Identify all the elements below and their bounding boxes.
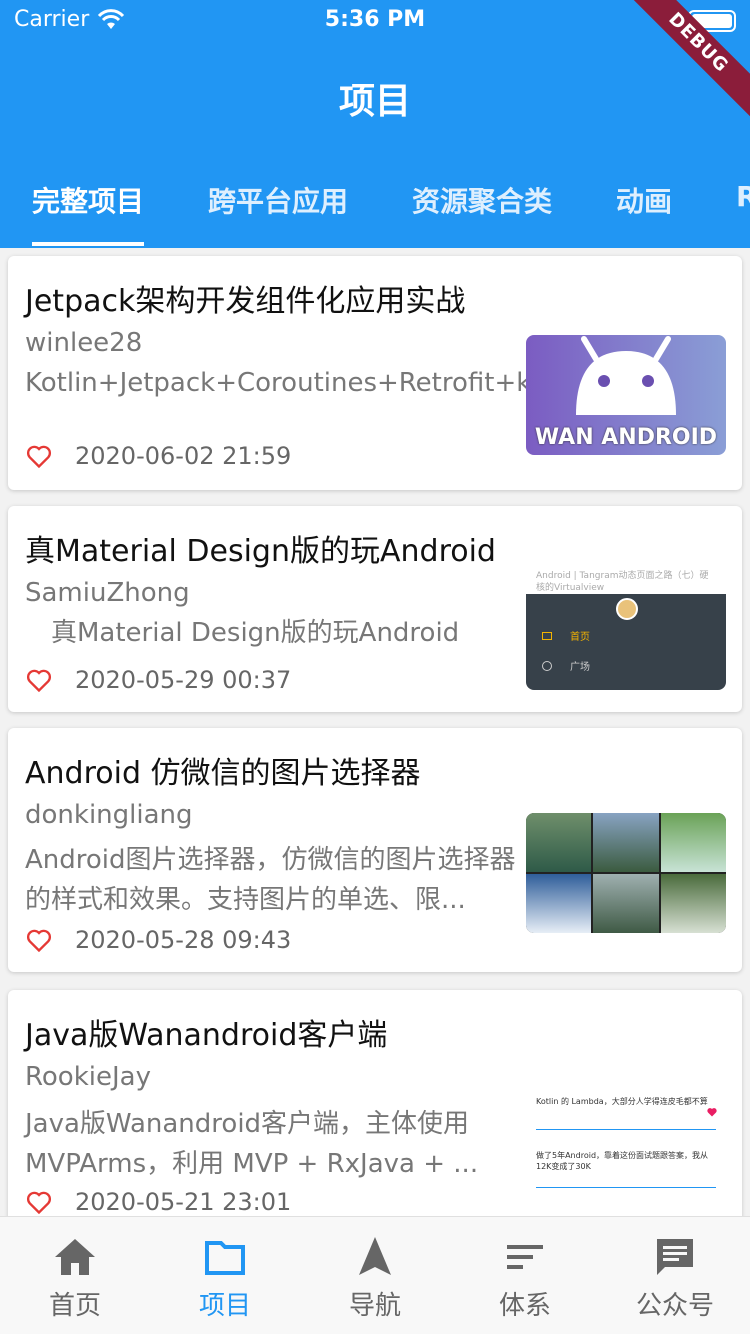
photo-tile: [593, 874, 659, 933]
project-card[interactable]: Jetpack架构开发组件化应用实战 winlee28 Kotlin+Jetpa…: [8, 256, 742, 490]
project-thumbnail: [526, 813, 726, 933]
project-author: RookieJay: [25, 1062, 151, 1092]
folder-icon: [205, 1241, 245, 1275]
project-list[interactable]: Jetpack架构开发组件化应用实战 winlee28 Kotlin+Jetpa…: [0, 248, 750, 1216]
explore-icon: [542, 660, 552, 671]
heart-icon[interactable]: [25, 666, 53, 694]
nav-label: 导航: [348, 1291, 401, 1321]
tab-indicator: [32, 242, 144, 246]
tab-bar: 完整项目 跨平台应用 资源聚合类 动画 R: [0, 170, 750, 248]
project-card[interactable]: Java版Wanandroid客户端 RookieJay Java版Wanand…: [8, 990, 742, 1216]
project-author: winlee28: [25, 328, 143, 358]
nav-home[interactable]: 首页: [0, 1217, 150, 1334]
page-title: 项目: [338, 81, 411, 122]
project-thumbnail: Kotlin 的 Lambda，大部分人学得连皮毛都不算 做了5年Android…: [526, 1074, 726, 1194]
project-card[interactable]: Android 仿微信的图片选择器 donkingliang Android图片…: [8, 728, 742, 972]
thumbnail-text: Android | Tangram动态页面之路（七）硬核的Virtualview: [536, 571, 709, 593]
nav-system[interactable]: 体系: [450, 1217, 600, 1334]
home-icon: [55, 1239, 95, 1275]
heart-icon: [707, 1108, 717, 1117]
project-desc: Android图片选择器，仿微信的图片选择器的样式和效果。支持图片的单选、限..…: [25, 845, 516, 915]
tab-animation[interactable]: 动画: [616, 180, 672, 220]
thumbnail-menu-item: 首页: [570, 632, 590, 643]
project-title: Jetpack架构开发组件化应用实战: [25, 284, 466, 319]
nav-navigation[interactable]: 导航: [300, 1217, 450, 1334]
tab-resource-aggregation[interactable]: 资源聚合类: [412, 180, 552, 220]
project-date: 2020-05-21 23:01: [75, 1188, 292, 1216]
navigation-icon: [359, 1237, 391, 1275]
project-card[interactable]: 真Material Design版的玩Android SamiuZhong 真M…: [8, 506, 742, 712]
photo-tile: [660, 874, 726, 933]
photo-tile: [526, 874, 592, 933]
nav-label: 项目: [198, 1291, 251, 1321]
project-desc: 真Material Design版的玩Android: [25, 618, 460, 648]
heart-icon[interactable]: [25, 1188, 53, 1216]
nav-label: 公众号: [635, 1291, 714, 1321]
heart-icon[interactable]: [25, 926, 53, 954]
photo-tile: [593, 813, 659, 872]
nav-project[interactable]: 项目: [150, 1217, 300, 1334]
project-date: 2020-05-28 09:43: [75, 926, 292, 954]
thumbnail-drawer: 首页 广场: [526, 594, 726, 690]
nav-label: 体系: [498, 1291, 551, 1321]
tab-cross-platform[interactable]: 跨平台应用: [208, 180, 348, 220]
app-bar: Carrier 5:36 PM DEBUG 项目 完整项目 跨平台应用 资源聚合…: [0, 0, 750, 248]
sort-icon: [507, 1245, 543, 1269]
thumbnail-text: 做了5年Android，靠着这份面试题跟答案，我从12K变成了30K: [536, 1151, 709, 1171]
project-title: 真Material Design版的玩Android: [25, 534, 496, 569]
heart-icon[interactable]: [25, 442, 53, 470]
chat-icon: [657, 1239, 693, 1275]
tab-complete-projects[interactable]: 完整项目: [32, 180, 144, 220]
thumbnail-text: Kotlin 的 Lambda，大部分人学得连皮毛都不算: [536, 1097, 708, 1106]
project-title: Java版Wanandroid客户端: [25, 1018, 388, 1053]
project-date: 2020-05-29 00:37: [75, 666, 292, 694]
nav-label: 首页: [48, 1291, 101, 1321]
project-thumbnail: Android | Tangram动态页面之路（七）硬核的Virtualview…: [526, 570, 726, 690]
home-icon: [542, 631, 552, 640]
thumbnail-menu-item: 广场: [570, 662, 590, 673]
project-author: donkingliang: [25, 800, 193, 830]
project-desc: Java版Wanandroid客户端，主体使用MVPArms，利用 MVP + …: [25, 1109, 479, 1179]
thumbnail-caption: WAN ANDROID: [534, 425, 718, 450]
bottom-navigation: 首页 项目 导航 体系 公众号: [0, 1216, 750, 1334]
project-title: Android 仿微信的图片选择器: [25, 756, 421, 791]
avatar: [616, 598, 638, 620]
tab-more[interactable]: R: [736, 180, 750, 213]
photo-tile: [660, 813, 726, 872]
photo-tile: [526, 813, 592, 872]
project-author: SamiuZhong: [25, 578, 190, 608]
status-time: 5:36 PM: [324, 7, 426, 32]
project-date: 2020-06-02 21:59: [75, 442, 292, 470]
project-thumbnail: WAN ANDROID: [526, 335, 726, 455]
project-desc: Kotlin+Jetpack+Coroutines+Retrofit+koin: [25, 368, 570, 398]
status-bar: Carrier 5:36 PM: [0, 0, 750, 40]
nav-official-accounts[interactable]: 公众号: [600, 1217, 750, 1334]
